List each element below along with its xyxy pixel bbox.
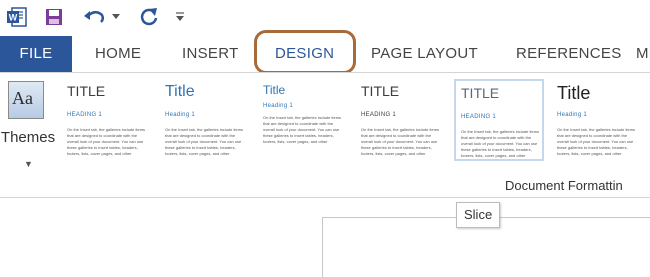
document-formatting-group-label: Document Formattin [505,178,623,193]
ribbon-design-panel: Aa Themes ▼ TITLE HEADING 1 On the Inser… [0,72,650,198]
style-title: Title [165,83,195,100]
svg-text:W: W [9,13,18,23]
style-set-option[interactable]: TITLE HEADING 1 On the Insert tab, the g… [62,79,152,161]
style-body: On the Insert tab, the galleries include… [461,129,540,158]
style-title: Title [557,83,591,103]
style-set-option[interactable]: Title Heading 1 On the Insert tab, the g… [160,79,250,161]
redo-icon[interactable] [136,5,162,29]
style-heading: Heading 1 [263,103,294,109]
undo-icon[interactable] [82,5,108,29]
style-title: TITLE [67,83,106,99]
tab-mailings[interactable]: M [636,36,649,72]
style-body: On the Insert tab, the galleries include… [263,115,342,144]
themes-icon: Aa [8,81,44,119]
tab-home[interactable]: HOME [95,36,141,72]
style-heading: Heading 1 [557,112,588,118]
style-set-option[interactable]: Title Heading 1 On the Insert tab, the g… [552,79,642,161]
style-title: TITLE [361,83,400,99]
style-heading: HEADING 1 [361,112,397,118]
word-logo-icon: W [4,5,30,29]
style-title: Title [263,83,286,97]
save-icon[interactable] [42,5,66,29]
tab-insert[interactable]: INSERT [182,36,239,72]
tab-page-layout[interactable]: PAGE LAYOUT [371,36,478,72]
style-set-option-slice[interactable]: TITLE HEADING 1 On the Insert tab, the g… [454,79,544,161]
style-body: On the Insert tab, the galleries include… [557,127,636,156]
themes-label: Themes [0,129,56,146]
style-set-option[interactable]: Title Heading 1 On the Insert tab, the g… [258,79,348,161]
customize-qat-icon[interactable] [172,5,188,29]
style-body: On the Insert tab, the galleries include… [165,127,244,156]
tab-file[interactable]: FILE [0,36,72,72]
style-body: On the Insert tab, the galleries include… [361,127,440,156]
undo-dropdown-icon[interactable] [110,5,122,29]
style-heading: HEADING 1 [461,114,497,120]
style-set-gallery: TITLE HEADING 1 On the Insert tab, the g… [62,79,650,161]
style-heading: HEADING 1 [67,112,103,118]
chevron-down-icon: ▼ [24,159,33,169]
style-tooltip: Slice [456,202,501,228]
tab-references[interactable]: REFERENCES [516,36,622,72]
style-heading: Heading 1 [165,112,196,118]
themes-button[interactable]: Aa Themes ▼ [0,79,56,179]
style-set-option[interactable]: TITLE HEADING 1 On the Insert tab, the g… [356,79,446,161]
design-tab-highlight [254,30,356,74]
style-title: TITLE [461,85,500,101]
style-body: On the Insert tab, the galleries include… [67,127,146,156]
